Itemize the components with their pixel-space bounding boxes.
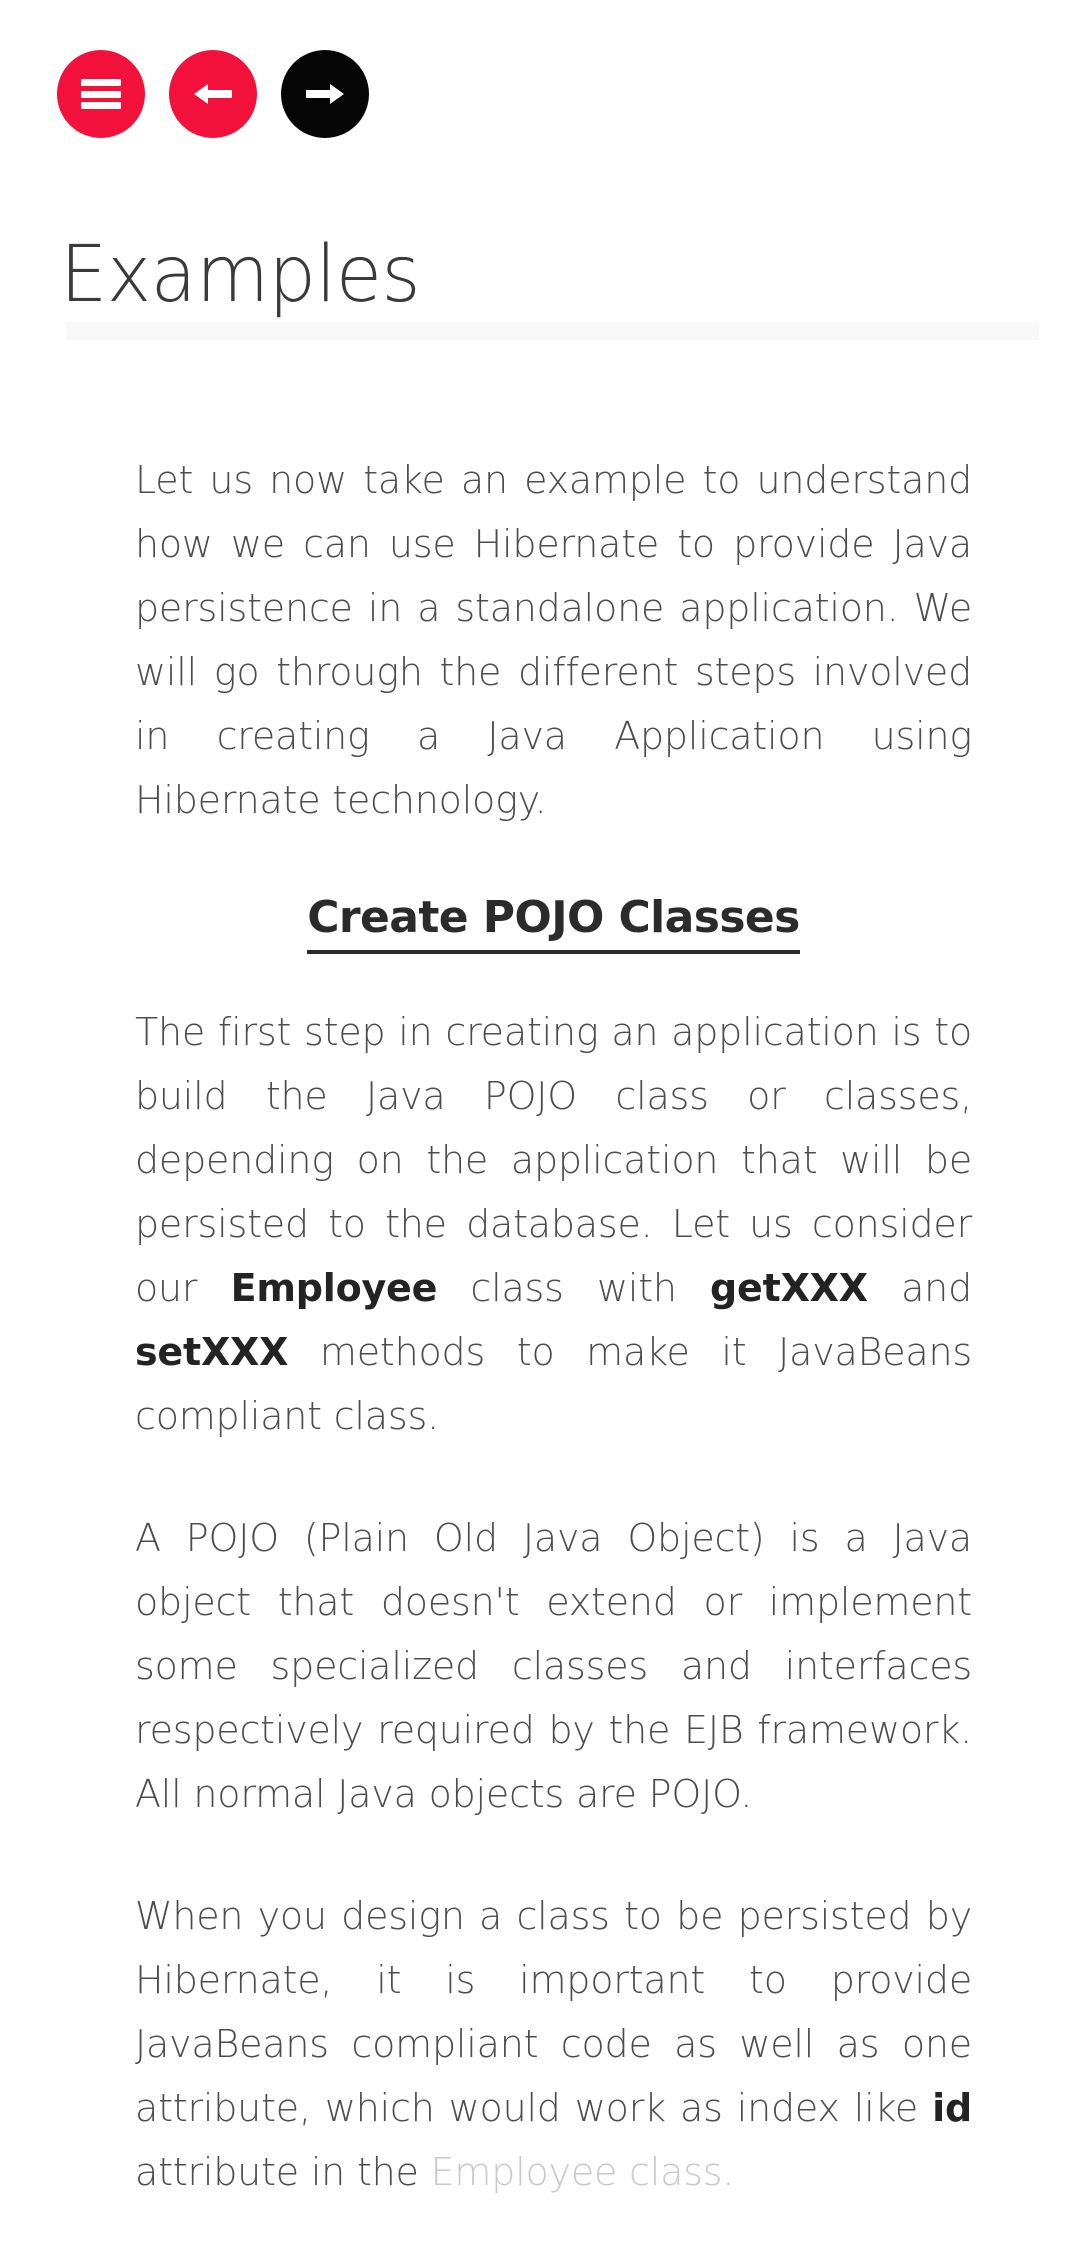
text-run: Let us now take an example to understand…: [135, 458, 972, 822]
arrow-left-icon: [190, 79, 236, 109]
text-run: class with: [437, 1266, 711, 1310]
text-run: A POJO (Plain Old Java Object) is a Java…: [135, 1516, 972, 1816]
section-heading: Create POJO Classes: [135, 890, 972, 954]
hamburger-menu-icon: [81, 79, 121, 109]
top-toolbar: [57, 50, 369, 138]
section-heading-text: Create POJO Classes: [307, 890, 800, 954]
arrow-right-icon: [302, 79, 348, 109]
bold-term: setXXX: [135, 1330, 289, 1374]
bold-term: Employee: [230, 1266, 438, 1310]
text-run: Employee class.: [430, 2150, 735, 2194]
menu-button[interactable]: [57, 50, 145, 138]
paragraph-pojo-definition: A POJO (Plain Old Java Object) is a Java…: [135, 1506, 972, 1826]
page-title: Examples: [60, 230, 421, 321]
text-run: When you design a class to be persisted …: [135, 1894, 972, 2130]
previous-button[interactable]: [169, 50, 257, 138]
bold-term: getXXX: [710, 1266, 868, 1310]
text-run: and: [867, 1266, 972, 1310]
text-run: The first step in creating an applicatio…: [135, 1010, 972, 1310]
paragraph-intro: Let us now take an example to understand…: [135, 448, 972, 832]
next-button[interactable]: [281, 50, 369, 138]
article-content: Let us now take an example to understand…: [135, 448, 972, 2262]
bold-term: id: [932, 2086, 972, 2130]
divider-bar: [66, 322, 1039, 340]
paragraph-first-step: The first step in creating an applicatio…: [135, 1000, 972, 1448]
paragraph-design-class: When you design a class to be persisted …: [135, 1884, 972, 2204]
text-run: attribute in the: [135, 2150, 431, 2194]
